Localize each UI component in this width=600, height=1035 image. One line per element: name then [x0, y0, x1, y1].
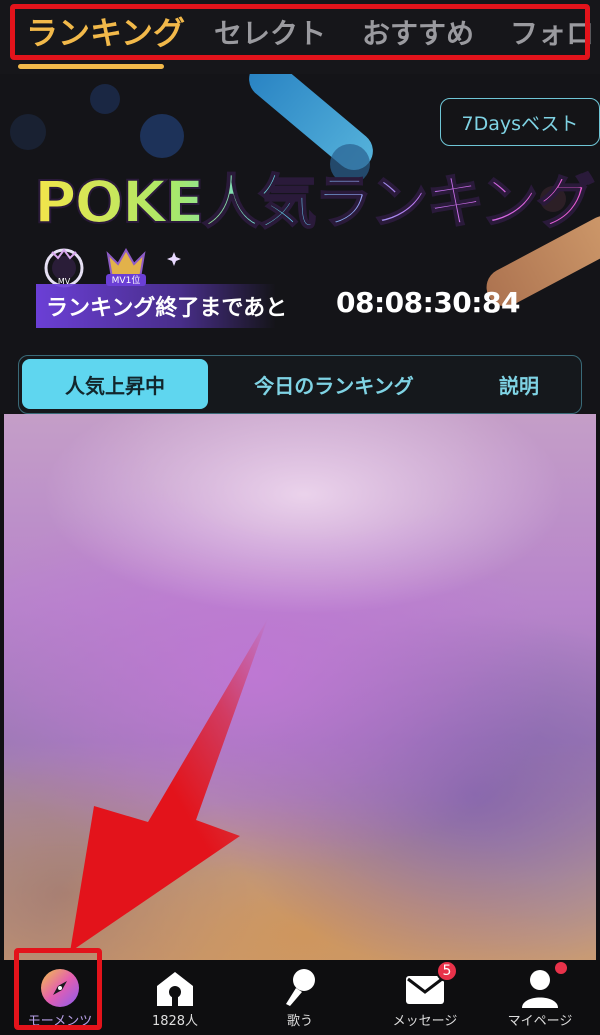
ranking-segment-control: 人気上昇中 今日のランキング 説明	[18, 355, 582, 414]
countdown-time: 08:08:30:84	[336, 286, 520, 319]
nav-label: 1828人	[151, 1014, 199, 1029]
notification-dot	[555, 962, 567, 974]
house-icon	[157, 972, 193, 1006]
compass-icon	[41, 969, 79, 1007]
tab-select[interactable]: セレクト	[214, 12, 326, 52]
nav-mypage[interactable]: マイページ	[485, 960, 595, 1035]
tab-recommended[interactable]: おすすめ	[362, 12, 474, 52]
top-tab-bar: ランキング セレクト おすすめ フォロ	[0, 0, 600, 74]
nav-label: モーメンツ	[27, 1014, 93, 1029]
nav-moments[interactable]: モーメンツ	[5, 960, 115, 1035]
nav-label: マイページ	[507, 1014, 573, 1029]
nav-label: メッセージ	[392, 1014, 458, 1029]
countdown-label: ランキング終了まであと	[46, 296, 288, 321]
segment-explanation[interactable]: 説明	[459, 356, 579, 412]
nav-home[interactable]: 1828人	[120, 960, 230, 1035]
decorative-shape	[10, 114, 46, 150]
nav-sing[interactable]: 歌う	[245, 960, 355, 1035]
decorative-shape	[140, 114, 184, 158]
banner-title-logo: POKE人気ランキング	[33, 167, 597, 237]
message-count-badge: 5	[436, 960, 458, 982]
user-icon	[522, 970, 558, 1008]
active-tab-indicator	[18, 64, 164, 69]
svg-text:POKE人気ランキング: POKE人気ランキング	[34, 168, 594, 236]
tab-follow[interactable]: フォロ	[510, 12, 594, 52]
nav-label: 歌う	[286, 1014, 313, 1029]
tab-ranking[interactable]: ランキング	[26, 8, 185, 54]
segment-rising[interactable]: 人気上昇中	[22, 359, 208, 409]
microphone-icon	[286, 969, 315, 1006]
decorative-shape	[90, 84, 120, 114]
nav-messages[interactable]: 5 メッセージ	[370, 960, 480, 1035]
segment-today-ranking[interactable]: 今日のランキング	[219, 356, 449, 412]
bottom-nav: モーメンツ 1828人 歌う 5 メッセージ マイページ	[0, 960, 600, 1035]
period-button[interactable]: 7Daysベスト	[440, 98, 600, 146]
blurred-content-image[interactable]	[4, 414, 596, 960]
countdown: ランキング終了まであと 08:08:30:84	[36, 282, 556, 332]
